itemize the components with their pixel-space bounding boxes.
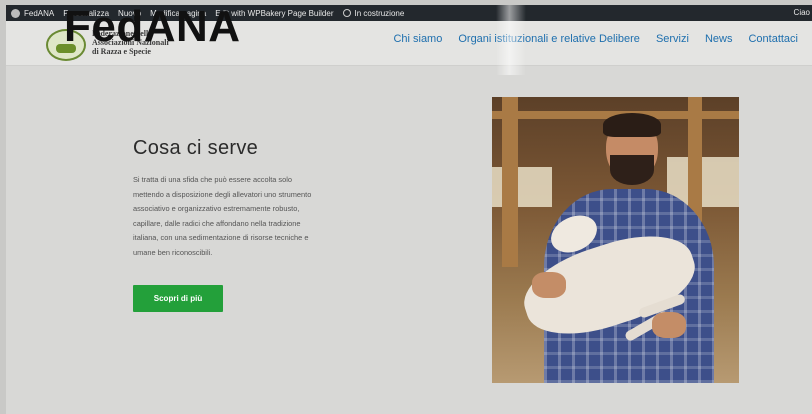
adminbar-site[interactable]: FedANA bbox=[6, 8, 54, 18]
hero-section: Cosa ci serve Si tratta di una sfida che… bbox=[6, 66, 812, 414]
overlay-brand-text: FedANA bbox=[64, 2, 241, 51]
hero-body: Si tratta di una sfida che può essere ac… bbox=[133, 173, 373, 260]
hero-body-line: umane ben riconoscibili. bbox=[133, 247, 213, 257]
person-beard bbox=[610, 155, 654, 185]
barn-beam bbox=[502, 97, 518, 267]
barn-window bbox=[492, 167, 552, 207]
person-hand bbox=[652, 312, 686, 338]
discover-more-button[interactable]: Scopri di più bbox=[133, 285, 223, 312]
adminbar-maintenance[interactable]: In costruzione bbox=[342, 9, 405, 18]
person-hair bbox=[603, 113, 661, 137]
gear-icon bbox=[342, 9, 351, 17]
hero-body-line: mettendo a disposizione degli allevatori… bbox=[133, 189, 312, 199]
hero-body-line: capillare, dalle radici che affondano ne… bbox=[133, 218, 301, 228]
nav-news[interactable]: News bbox=[705, 33, 733, 45]
nav-contattaci[interactable]: Contattaci bbox=[748, 33, 798, 45]
hero-heading: Cosa ci serve bbox=[133, 137, 259, 159]
adminbar-site-label[interactable]: FedANA bbox=[24, 9, 54, 18]
hero-body-line: italiana, con una sedimentazione di riso… bbox=[133, 233, 309, 242]
screen-glare bbox=[496, 5, 526, 75]
nav-chi-siamo[interactable]: Chi siamo bbox=[393, 33, 442, 45]
nav-organi[interactable]: Organi istituzionali e relative Delibere bbox=[458, 33, 640, 45]
wordpress-logo-icon[interactable] bbox=[11, 8, 20, 18]
nav-servizi[interactable]: Servizi bbox=[656, 33, 689, 45]
main-nav: Chi siamo Organi istituzionali e relativ… bbox=[393, 33, 798, 45]
hero-photo-farmer-with-lamb bbox=[492, 97, 739, 383]
adminbar-account-label[interactable]: Ciao bbox=[794, 8, 810, 17]
adminbar-maintenance-label[interactable]: In costruzione bbox=[355, 9, 405, 18]
hero-body-line: Si tratta di una sfida che può essere ac… bbox=[133, 175, 292, 184]
hero-body-line: associativo e organizzativo estremamente… bbox=[133, 204, 300, 213]
person-hand bbox=[532, 272, 566, 298]
